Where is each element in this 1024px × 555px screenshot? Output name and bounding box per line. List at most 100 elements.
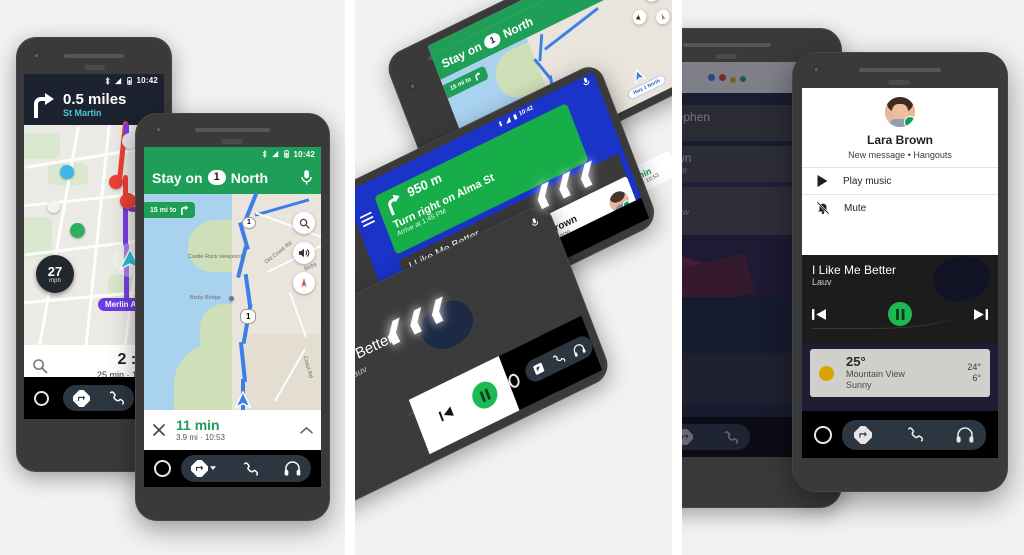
previous-icon[interactable]	[438, 405, 456, 423]
poi-marker[interactable]	[229, 296, 234, 301]
android-auto-navbar[interactable]	[144, 450, 321, 487]
navbar-pill[interactable]	[63, 385, 134, 411]
compass-icon	[661, 13, 666, 21]
bluetooth-icon	[262, 150, 267, 158]
speed-value: 27	[47, 263, 63, 279]
weather-condition: Sunny	[846, 379, 872, 390]
dialog-option-label: Mute	[844, 202, 867, 214]
next-turn-distance: 15 mi to	[150, 206, 177, 214]
map-label: Bixby Bridge	[190, 295, 221, 301]
close-icon[interactable]	[152, 423, 166, 437]
status-time: 10:42	[293, 149, 315, 159]
waze-street-name: St Martin	[63, 107, 102, 118]
navbar-pill[interactable]	[842, 419, 986, 450]
navbar-pill[interactable]	[522, 332, 596, 386]
front-camera-icon	[33, 52, 40, 59]
earpiece-speaker	[64, 53, 124, 58]
dialog-option-mute[interactable]: Mute	[802, 194, 998, 221]
panel-assistant: Alexis Stephen Recent Call Lara Brown Ne…	[682, 0, 1024, 555]
home-icon[interactable]	[34, 390, 49, 406]
current-location-arrow-icon	[235, 391, 251, 408]
microphone-icon[interactable]	[581, 75, 592, 88]
dialog-option-label: Play music	[843, 175, 892, 187]
phone-icon[interactable]	[108, 390, 124, 406]
map-marker[interactable]	[70, 223, 85, 239]
media-artist: Lauv	[355, 363, 369, 382]
play-icon	[817, 175, 828, 187]
album-art-graphic	[930, 255, 994, 306]
status-time: 10:42	[518, 104, 535, 118]
highway-shield: 1	[242, 217, 256, 229]
navigation-icon[interactable]	[73, 389, 90, 407]
map-marker[interactable]	[47, 200, 60, 214]
search-fab[interactable]	[293, 212, 315, 234]
search-icon[interactable]	[32, 358, 48, 374]
microphone-icon[interactable]	[300, 169, 313, 186]
search-icon[interactable]	[299, 218, 310, 229]
proximity-sensor	[84, 65, 105, 70]
next-turn-tag: 15 mi to	[144, 202, 196, 218]
headphones-icon[interactable]	[284, 461, 301, 476]
proximity-sensor	[221, 139, 243, 144]
hamburger-icon[interactable]	[359, 210, 377, 233]
map-marker[interactable]	[60, 165, 74, 180]
front-camera-icon	[408, 81, 418, 92]
contact-name: Lara Brown	[866, 133, 933, 147]
microphone-icon[interactable]	[529, 216, 540, 229]
home-icon[interactable]	[814, 425, 832, 444]
navigation-icon[interactable]	[191, 460, 208, 477]
highway-shield: 1	[240, 309, 257, 324]
battery-icon	[512, 113, 517, 120]
panel-handoff: 10:42 Stay on 1 North	[355, 0, 672, 555]
weather-card[interactable]: 25° Mountain View Sunny 24° 6°	[810, 349, 990, 397]
hangouts-icon	[904, 116, 915, 127]
collage-stage: 10:42 0.5 miles St Martin 27 mph Merlin …	[0, 0, 1024, 555]
turn-right-arrow-icon	[474, 72, 480, 82]
phone-icon[interactable]	[551, 351, 566, 368]
volume-icon[interactable]	[298, 247, 310, 259]
battery-icon	[126, 76, 132, 85]
mute-bell-icon	[816, 201, 830, 215]
signal-icon	[505, 116, 511, 124]
waze-distance: 0.5 miles	[63, 91, 127, 108]
headphones-icon[interactable]	[571, 341, 587, 357]
dialog-option-play-music[interactable]: Play music	[802, 167, 998, 194]
volume-icon[interactable]	[635, 12, 645, 23]
android-auto-navbar[interactable]	[802, 411, 998, 458]
maps-instruction-suffix: North	[230, 169, 269, 186]
weather-high: 24°	[967, 361, 981, 372]
chevron-up-icon[interactable]	[300, 426, 313, 435]
waze-distance: 950 m	[405, 169, 444, 201]
proximity-sensor	[888, 80, 910, 85]
media-card[interactable]: I Like Me Better Lauv	[802, 255, 998, 343]
navbar-pill[interactable]	[181, 455, 311, 482]
weather-low: 6°	[972, 373, 981, 383]
home-icon[interactable]	[154, 460, 171, 477]
map-marker[interactable]	[109, 175, 123, 190]
earpiece-speaker	[858, 68, 942, 72]
android-auto-navbar[interactable]	[498, 315, 603, 411]
contact-avatar	[885, 97, 915, 127]
compass-fab[interactable]	[293, 272, 315, 294]
proximity-sensor	[715, 54, 737, 59]
panel-divider	[345, 0, 355, 555]
map-marker[interactable]	[120, 193, 136, 210]
chevron-down-icon[interactable]	[210, 466, 216, 471]
signal-icon	[271, 150, 278, 158]
headphones-icon[interactable]	[956, 426, 974, 443]
navigation-icon[interactable]	[854, 425, 872, 444]
turn-right-arrow-icon	[181, 205, 189, 215]
google-maps-phone: 10:42 Stay on 1 North 15 mi to Castle Ro…	[135, 113, 330, 521]
pause-icon[interactable]	[468, 377, 502, 413]
next-icon[interactable]	[973, 308, 988, 321]
highway-shield: 1	[482, 30, 503, 50]
maps-screen: 10:42 Stay on 1 North 15 mi to Castle Ro…	[144, 147, 321, 487]
phone-icon[interactable]	[242, 461, 258, 477]
maps-eta-bar[interactable]: 11 min 3.9 mi · 10:53	[144, 410, 321, 450]
assistant-dialog-phone: Lara Brown New message • Hangouts Play m…	[792, 52, 1008, 492]
media-icon[interactable]	[531, 361, 546, 378]
phone-icon[interactable]	[906, 426, 923, 443]
contact-subtitle: New message • Hangouts	[848, 150, 952, 160]
volume-fab[interactable]	[293, 242, 315, 264]
maps-map[interactable]: 15 mi to Castle Rock viewpoint Old Coast…	[144, 192, 321, 450]
